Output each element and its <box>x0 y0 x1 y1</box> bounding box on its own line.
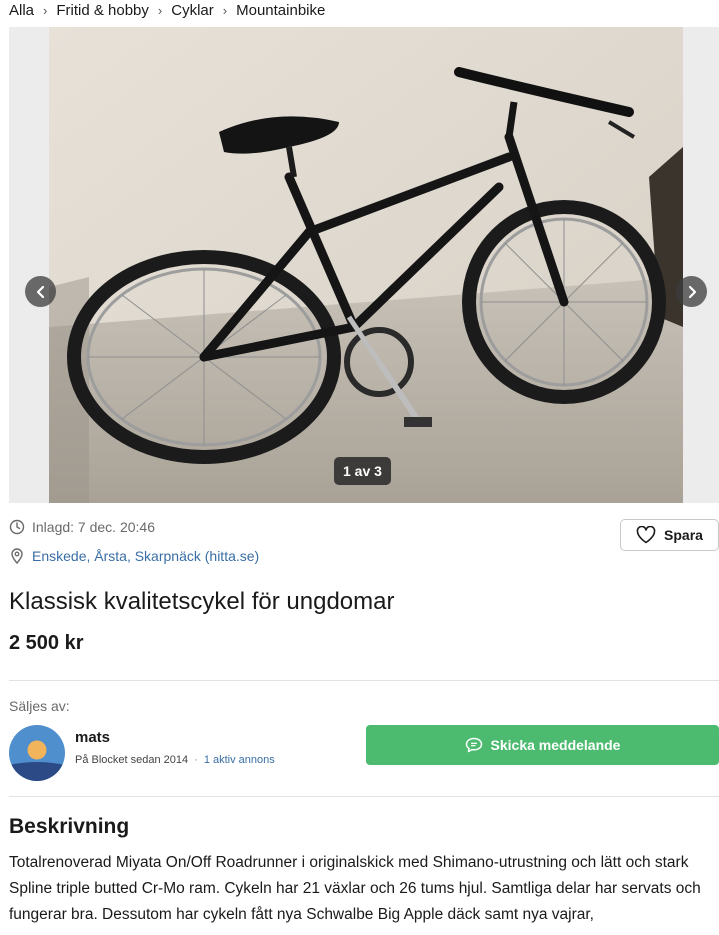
breadcrumb-item-mountainbike[interactable]: Mountainbike <box>236 2 325 19</box>
clock-icon <box>9 519 25 535</box>
send-message-label: Skicka meddelande <box>490 737 621 753</box>
location-link[interactable]: Enskede, Årsta, Skarpnäck (hitta.se) <box>32 548 259 564</box>
seller-since: På Blocket sedan 2014 <box>75 754 189 766</box>
posted-date: Inlagd: 7 dec. 20:46 <box>9 519 155 535</box>
save-button-label: Spara <box>664 527 703 543</box>
chevron-left-icon <box>36 285 44 298</box>
description-text: Totalrenoverad Miyata On/Off Roadrunner … <box>9 854 701 923</box>
gallery-prev-button[interactable] <box>25 276 56 307</box>
listing-photo[interactable] <box>49 27 683 503</box>
heart-icon <box>636 526 656 544</box>
seller-name[interactable]: mats <box>75 729 110 746</box>
breadcrumb-separator-icon: › <box>157 2 163 18</box>
separator-dot: · <box>194 754 198 766</box>
breadcrumb: Alla › Fritid & hobby › Cyklar › Mountai… <box>9 0 325 20</box>
divider <box>9 796 719 797</box>
seller-meta: På Blocket sedan 2014 · 1 aktiv annons <box>75 754 275 766</box>
send-message-button[interactable]: Skicka meddelande <box>366 725 719 765</box>
active-ads-link[interactable]: 1 aktiv annons <box>204 754 275 766</box>
gallery-next-button[interactable] <box>676 276 707 307</box>
listing-price: 2 500 kr <box>9 632 84 654</box>
location: Enskede, Årsta, Skarpnäck (hitta.se) <box>9 548 259 564</box>
chevron-right-icon <box>688 285 696 298</box>
breadcrumb-item-alla[interactable]: Alla <box>9 2 34 19</box>
image-counter: 1 av 3 <box>334 457 391 485</box>
avatar[interactable] <box>9 725 65 781</box>
location-pin-icon <box>9 548 25 564</box>
breadcrumb-separator-icon: › <box>222 2 228 18</box>
chat-bubble-icon <box>465 737 483 753</box>
seller-label: Säljes av: <box>9 698 70 714</box>
divider <box>9 680 719 681</box>
posted-date-text: Inlagd: 7 dec. 20:46 <box>32 519 155 535</box>
breadcrumb-item-cyklar[interactable]: Cyklar <box>171 2 214 19</box>
save-button[interactable]: Spara <box>620 519 719 551</box>
description-heading: Beskrivning <box>9 815 130 838</box>
breadcrumb-item-fritid-hobby[interactable]: Fritid & hobby <box>56 2 149 19</box>
listing-title: Klassisk kvalitetscykel för ungdomar <box>9 588 395 615</box>
breadcrumb-separator-icon: › <box>43 2 48 18</box>
image-gallery: 1 av 3 <box>9 27 719 503</box>
